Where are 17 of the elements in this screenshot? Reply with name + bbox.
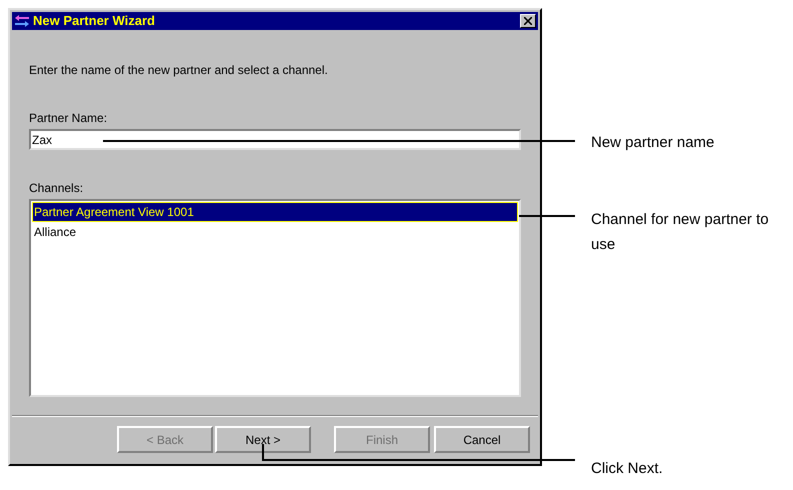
field-label: Partner Name:	[29, 110, 108, 127]
list-label: Channels:	[29, 180, 84, 197]
close-icon	[524, 17, 532, 25]
partner-name-field[interactable]: Zax	[29, 129, 521, 150]
window-title: New Partner Wizard	[33, 12, 156, 30]
callout-text: New partner name	[591, 133, 714, 153]
list-item[interactable]: Partner Agreement View 1001	[32, 202, 518, 222]
list-item[interactable]: Alliance	[32, 222, 518, 242]
channel-list[interactable]: Partner Agreement View 1001 Alliance	[29, 199, 521, 397]
wizard-button[interactable]: Cancel	[434, 426, 530, 453]
instruction-text: Enter the name of the new partner and select a channel.	[29, 62, 329, 79]
wizard-button[interactable]: Next >	[215, 426, 311, 453]
callout-text: Channel for new partner to use	[591, 210, 770, 255]
arrows-icon	[14, 14, 30, 28]
leader-line	[519, 215, 575, 217]
close-button[interactable]	[520, 14, 536, 28]
callout-text: Click Next.	[591, 459, 663, 479]
